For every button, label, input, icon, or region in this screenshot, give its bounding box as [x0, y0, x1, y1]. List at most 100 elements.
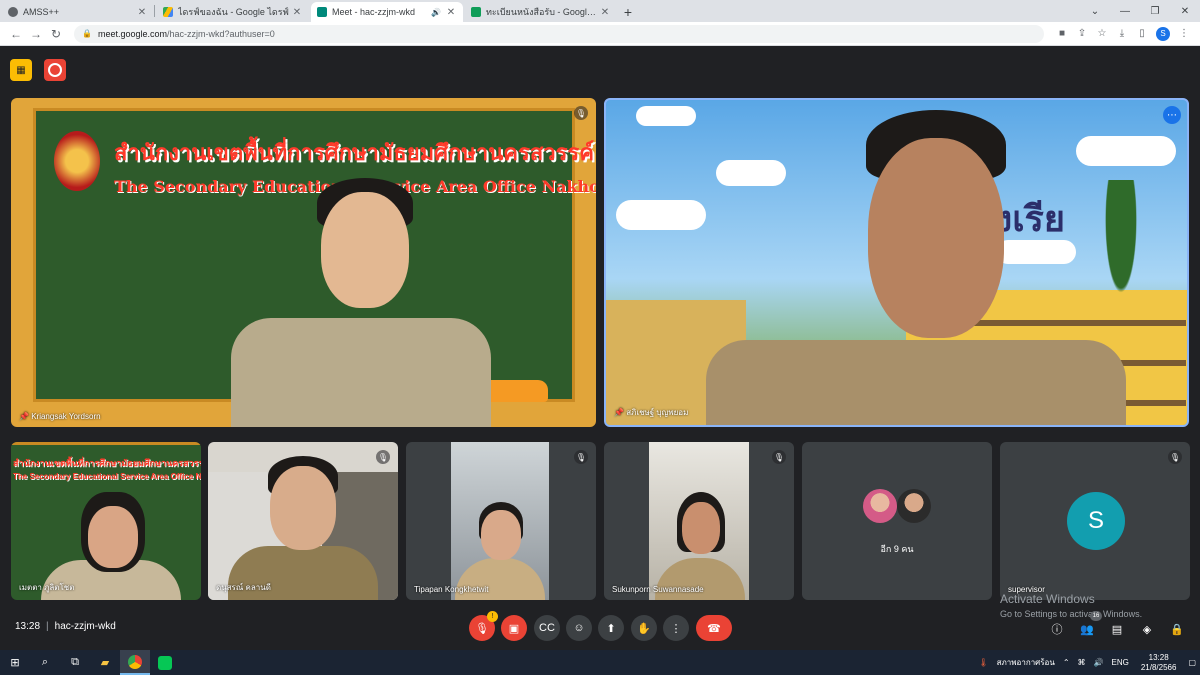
back-icon[interactable]: ←: [6, 24, 26, 44]
meeting-controls: 13:28 | hac-zzjm-wkd 🎙! ▣ CC ☺ ⬆ ✋ ⋮ ☎ ⓘ 👥…: [0, 607, 1200, 650]
chat-icon[interactable]: ▤: [1108, 620, 1126, 638]
participant-avatar: [863, 489, 897, 523]
participant-video: [228, 456, 378, 600]
close-icon[interactable]: ✕: [445, 7, 457, 18]
weather-icon[interactable]: 🌡: [978, 658, 988, 667]
chrome-taskbar-icon[interactable]: [120, 650, 150, 675]
board-title-thai: สำนักงานเขตพื้นที่การศึกษามัธยมศึกษานครส…: [13, 458, 201, 468]
mic-off-icon: 🎙: [376, 450, 390, 464]
participant-name: 📌 Kriangsak Yordsorn: [19, 412, 101, 421]
participant-tile-supervisor[interactable]: S 🎙 supervisor: [1000, 442, 1190, 600]
recording-icon[interactable]: [44, 59, 66, 81]
close-icon[interactable]: ✕: [291, 7, 303, 18]
participant-tile-2[interactable]: 🎙 ดนุสรณ์ คลานดี: [208, 442, 398, 600]
screen: AMSS++ ✕ ไดรฟ์ของฉัน - Google ไดรฟ์ ✕ Me…: [0, 0, 1200, 675]
tab-title: AMSS++: [23, 7, 60, 17]
browser-tab-strip: AMSS++ ✕ ไดรฟ์ของฉัน - Google ไดรฟ์ ✕ Me…: [0, 0, 1200, 22]
task-view-icon[interactable]: ⧉: [60, 650, 90, 675]
system-tray: 🌡 สภาพอากาศร้อน ⌃ ⌘ 🔊 ENG 13:28 21/8/256…: [974, 650, 1200, 675]
network-icon[interactable]: ⌘: [1078, 658, 1086, 667]
avatar: S: [1067, 492, 1125, 550]
taskbar-time: 13:28: [1148, 652, 1169, 662]
speaker-icon[interactable]: 🔊: [431, 8, 441, 17]
meeting-code: hac-zzjm-wkd: [54, 621, 116, 632]
meeting-details-icon[interactable]: ⓘ: [1048, 620, 1066, 638]
volume-icon[interactable]: 🔊: [1094, 658, 1104, 667]
raise-hand-button[interactable]: ✋: [631, 615, 657, 641]
share-icon[interactable]: ⇪: [1072, 24, 1092, 44]
more-options-icon[interactable]: ⋯: [1163, 106, 1181, 124]
restore-icon[interactable]: ❐: [1140, 0, 1170, 22]
menu-kebab-icon[interactable]: ⋮: [1174, 24, 1194, 44]
lock-icon[interactable]: 🔒: [82, 29, 92, 38]
chevron-up-icon[interactable]: ⌃: [1063, 658, 1070, 667]
globe-icon: [8, 7, 18, 17]
participant-video: [451, 442, 549, 600]
notification-icon[interactable]: ▢: [1188, 658, 1196, 667]
google-meet-icon: [317, 7, 327, 17]
warning-badge: !: [487, 611, 498, 622]
captions-button[interactable]: CC: [534, 615, 560, 641]
participant-video: [649, 442, 749, 600]
search-icon[interactable]: ⌕: [30, 650, 60, 675]
minimize-icon[interactable]: —: [1110, 0, 1140, 22]
taskbar-clock[interactable]: 13:28 21/8/2566: [1141, 653, 1177, 673]
participant-tile-main-2[interactable]: โรงเรีย ⋯ 📌 สภิเชษฐ์ บุญพยอม: [604, 98, 1189, 427]
leave-call-button[interactable]: ☎: [696, 615, 732, 641]
participant-video: [221, 178, 501, 427]
camera-toggle-button[interactable]: ▣: [501, 615, 527, 641]
browser-toolbar: ← → ↻ 🔒 meet.google.com/hac-zzjm-wkd?aut…: [0, 22, 1200, 46]
participant-name: Sukunporn Suwannasade: [612, 585, 704, 594]
camera-in-use-icon[interactable]: ■: [1052, 24, 1072, 44]
people-icon[interactable]: 👥 16: [1078, 611, 1102, 638]
participant-name: Tipapan Kongkhetwit: [414, 585, 489, 594]
tab-title: Meet - hac-zzjm-wkd: [332, 7, 416, 17]
participant-name-text: สภิเชษฐ์ บุญพยอม: [626, 408, 689, 417]
tab-amss[interactable]: AMSS++ ✕: [2, 2, 154, 22]
more-options-button[interactable]: ⋮: [663, 615, 689, 641]
file-explorer-icon[interactable]: ▰: [90, 650, 120, 675]
participant-name: เมตตา ภูลิตโชต: [19, 583, 75, 592]
forward-icon[interactable]: →: [26, 24, 46, 44]
participant-video: [706, 110, 1126, 425]
activities-icon[interactable]: ◈: [1138, 620, 1156, 638]
windows-taskbar: ⊞ ⌕ ⧉ ▰ 🌡 สภาพอากาศร้อน ⌃ ⌘ 🔊 ENG 13:28 …: [0, 650, 1200, 675]
mic-off-icon: 🎙: [1168, 450, 1182, 464]
tab-search-icon[interactable]: ⌄: [1080, 0, 1110, 22]
mic-toggle-button[interactable]: 🎙!: [469, 611, 498, 641]
tab-title: ไดรฟ์ของฉัน - Google ไดรฟ์: [178, 7, 289, 17]
close-icon[interactable]: ✕: [136, 7, 148, 18]
reload-icon[interactable]: ↻: [46, 24, 66, 44]
bookmark-star-icon[interactable]: ☆: [1092, 24, 1112, 44]
windows-start-icon[interactable]: ⊞: [0, 650, 30, 675]
participant-name-text: Kriangsak Yordsorn: [31, 412, 101, 421]
emoji-reaction-button[interactable]: ☺: [566, 615, 592, 641]
taskbar-date: 21/8/2566: [1140, 662, 1177, 672]
captions-off-icon[interactable]: ▦: [10, 59, 32, 81]
tab-google-sheets[interactable]: ทะเบียนหนังสือรับ - Google ชีต ✕: [465, 2, 617, 22]
language-indicator[interactable]: ENG: [1112, 658, 1129, 667]
participant-tile-main-1[interactable]: สำนักงานเขตพื้นที่การศึกษามัธยมศึกษานครส…: [11, 98, 596, 427]
tab-google-drive[interactable]: ไดรฟ์ของฉัน - Google ไดรฟ์ ✕: [157, 2, 309, 22]
participant-tile-1[interactable]: สำนักงานเขตพื้นที่การศึกษามัธยมศึกษานครส…: [11, 442, 201, 600]
new-tab-button[interactable]: +: [617, 2, 639, 22]
more-participants-tile[interactable]: อีก 9 คน: [802, 442, 992, 600]
tab-meet[interactable]: Meet - hac-zzjm-wkd 🔊 ✕: [311, 2, 463, 22]
google-sheets-icon: [471, 7, 481, 17]
more-participants-label: อีก 9 คน: [880, 544, 914, 554]
side-panel-icon[interactable]: ▯: [1132, 24, 1152, 44]
close-window-icon[interactable]: ✕: [1170, 0, 1200, 22]
host-controls-icon[interactable]: 🔒: [1168, 620, 1186, 638]
people-count-badge: 16: [1090, 611, 1102, 621]
watermark-title: Activate Windows: [1000, 592, 1095, 606]
participant-tile-3[interactable]: 🎙 Tipapan Kongkhetwit: [406, 442, 596, 600]
download-icon[interactable]: ⤓: [1112, 24, 1132, 44]
address-bar[interactable]: 🔒 meet.google.com/hac-zzjm-wkd?authuser=…: [74, 24, 1044, 43]
line-app-icon[interactable]: [150, 650, 180, 675]
participant-tile-4[interactable]: 🎙 Sukunporn Suwannasade: [604, 442, 794, 600]
tab-separator: [154, 5, 155, 17]
present-screen-button[interactable]: ⬆: [598, 615, 624, 641]
profile-avatar[interactable]: S: [1156, 26, 1170, 41]
weather-label[interactable]: สภาพอากาศร้อน: [997, 656, 1055, 669]
close-icon[interactable]: ✕: [599, 7, 611, 18]
